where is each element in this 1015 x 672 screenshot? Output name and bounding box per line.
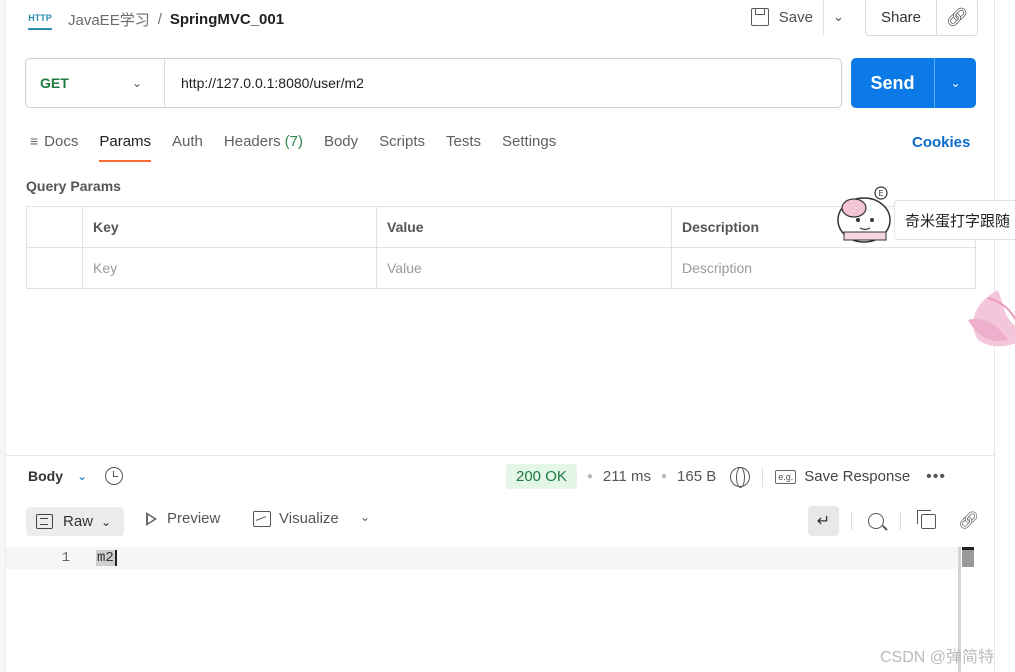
chevron-down-icon: ⌄ [101, 514, 112, 529]
tab-tests[interactable]: Tests [446, 128, 481, 162]
select-column-header [26, 206, 83, 248]
play-icon [146, 511, 157, 526]
response-format-select[interactable]: Raw ⌄ [26, 507, 124, 536]
request-header: HTTP JavaEE学习 / SpringMVC_001 Save ⌄ Sha… [28, 0, 978, 38]
tab-headers[interactable]: Headers (7) [224, 128, 303, 162]
preview-label: Preview [167, 510, 221, 527]
send-options-chevron-down-icon[interactable]: ⌄ [935, 58, 976, 108]
left-gutter [0, 0, 6, 672]
table-row: Key Value Description [26, 247, 976, 289]
save-label: Save [778, 8, 813, 26]
divider [762, 466, 764, 487]
line-number: 1 [61, 550, 70, 566]
tab-scripts[interactable]: Scripts [379, 128, 425, 162]
value-input[interactable]: Value [376, 247, 672, 289]
response-size[interactable]: 165 B [677, 468, 716, 485]
response-time[interactable]: 211 ms [603, 468, 651, 485]
save-response-button[interactable]: Save Response [804, 468, 910, 485]
share-group: Share 🔗︎ [864, 0, 978, 36]
cookies-link[interactable]: Cookies [912, 134, 970, 151]
divider [900, 512, 901, 530]
description-input[interactable]: Description [671, 247, 976, 289]
copy-icon[interactable] [917, 509, 936, 529]
visualize-button[interactable]: Visualize [253, 510, 339, 527]
preview-button[interactable]: Preview [146, 510, 220, 527]
header-actions: Save ⌄ Share 🔗︎ [741, 0, 978, 36]
save-button[interactable]: Save [741, 0, 823, 36]
tab-label: Auth [172, 132, 203, 150]
request-tabs: ≡ Docs Params Auth Headers (7) Body Scri… [30, 128, 577, 162]
tab-label: Headers [223, 132, 281, 150]
banner-text: 奇米蛋打字跟随 [905, 212, 1011, 230]
tab-label: Settings [502, 132, 557, 150]
visualize-label: Visualize [279, 510, 339, 527]
breadcrumb-collection[interactable]: JavaEE学习 [68, 9, 150, 30]
tab-settings[interactable]: Settings [502, 128, 556, 162]
method-select[interactable]: GET ⌄ [26, 59, 165, 107]
response-tools: ↵ 🔗︎ [808, 506, 980, 536]
flower-decoration-icon [968, 290, 1015, 347]
share-button[interactable]: Share [866, 0, 937, 35]
http-icon: HTTP [28, 8, 52, 30]
tab-auth[interactable]: Auth [172, 128, 203, 162]
link-icon[interactable]: 🔗︎ [958, 511, 980, 531]
code-line: 1 m2 [6, 547, 961, 569]
tab-label: Params [99, 132, 152, 150]
history-icon[interactable] [105, 467, 124, 485]
separator-dot: ● [661, 471, 668, 482]
tab-count: (7) [284, 132, 303, 150]
tab-label: Body [323, 132, 359, 150]
send-button[interactable]: Send [851, 58, 935, 108]
tab-params[interactable]: Params [99, 128, 151, 162]
key-input[interactable]: Key [82, 247, 377, 289]
url-input[interactable] [165, 59, 841, 107]
breadcrumb-separator: / [157, 10, 162, 28]
typing-effect-banner: 奇米蛋打字跟随 [894, 200, 1015, 240]
tab-label: Tests [446, 132, 482, 150]
tab-body[interactable]: Body [324, 128, 358, 162]
send-button-group: Send ⌄ [851, 58, 976, 108]
row-checkbox-cell[interactable] [26, 247, 83, 289]
image-icon [253, 510, 271, 527]
breadcrumb-request-name[interactable]: SpringMVC_001 [170, 11, 284, 28]
response-meta: 200 OK ● 211 ms ● 165 B e.g. Save Respon… [506, 463, 946, 490]
copy-link-icon[interactable]: 🔗︎ [937, 0, 977, 35]
more-icon[interactable]: ••• [926, 468, 946, 486]
chevron-down-icon: ⌄ [131, 76, 142, 90]
search-icon[interactable] [868, 513, 884, 529]
response-divider [6, 455, 994, 456]
docs-icon: ≡ [30, 133, 39, 149]
request-url-bar: GET ⌄ [25, 58, 842, 108]
separator-dot: ● [586, 471, 593, 482]
format-label: Raw [63, 513, 94, 530]
save-icon [750, 8, 769, 26]
code-text[interactable]: m2 [96, 550, 117, 566]
raw-icon [36, 514, 53, 529]
cartoon-sticker-icon: E [837, 186, 891, 243]
tab-docs[interactable]: ≡ Docs [30, 128, 78, 162]
sticker-badge: E [879, 189, 884, 198]
response-header-left: Body ⌄ [28, 462, 124, 490]
save-options-chevron-down-icon[interactable]: ⌄ [822, 0, 853, 36]
status-badge[interactable]: 200 OK [506, 464, 577, 489]
watermark: CSDN @弹简特 [880, 649, 995, 666]
query-params-title: Query Params [26, 178, 121, 194]
example-icon: e.g. [775, 469, 797, 484]
scrollbar-thumb[interactable] [962, 547, 974, 567]
key-column-header: Key [82, 206, 377, 248]
tab-label: Scripts [379, 132, 425, 150]
divider [851, 512, 852, 530]
wrap-icon[interactable]: ↵ [808, 506, 839, 536]
response-body-label[interactable]: Body [28, 468, 63, 484]
value-column-header: Value [376, 206, 672, 248]
tab-label: Docs [44, 132, 79, 150]
visualize-chevron-down-icon[interactable]: ⌄ [360, 510, 370, 524]
method-label: GET [40, 75, 69, 91]
chevron-down-icon[interactable]: ⌄ [77, 469, 87, 483]
globe-icon[interactable] [730, 466, 751, 488]
